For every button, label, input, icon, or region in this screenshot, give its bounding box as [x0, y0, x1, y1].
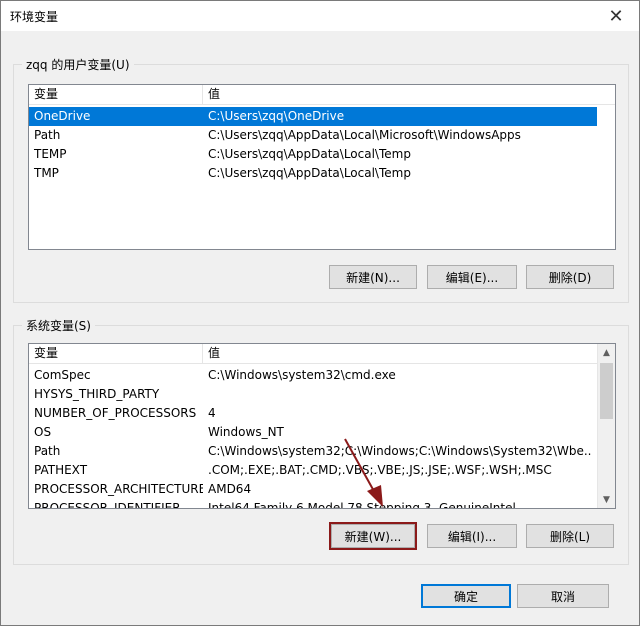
column-header-variable[interactable]: 变量 — [29, 85, 203, 104]
variable-name: OneDrive — [34, 109, 91, 123]
list-item[interactable]: Path C:\Users\zqq\AppData\Local\Microsof… — [29, 126, 597, 145]
variable-value: C:\Windows\system32\cmd.exe — [208, 368, 396, 382]
column-header-value[interactable]: 值 — [203, 344, 598, 363]
annotation-arrow-icon — [344, 438, 383, 507]
variable-name: Path — [34, 444, 61, 458]
variable-name: PATHEXT — [34, 463, 88, 477]
variable-value: Intel64 Family 6 Model 78 Stepping 3, Ge… — [208, 501, 516, 509]
variable-name: Path — [34, 128, 61, 142]
list-item[interactable]: PROCESSOR_IDENTIFIER Intel64 Family 6 Mo… — [29, 499, 597, 509]
column-header-value[interactable]: 值 — [203, 85, 615, 104]
user-edit-button[interactable]: 编辑(E)... — [427, 265, 517, 289]
close-icon: ✕ — [608, 5, 624, 27]
system-list-header: 变量 值 — [29, 344, 598, 364]
list-item[interactable]: NUMBER_OF_PROCESSORS 4 — [29, 404, 597, 423]
variable-value: C:\Users\zqq\AppData\Local\Temp — [208, 147, 411, 161]
list-item[interactable]: Path C:\Windows\system32;C:\Windows;C:\W… — [29, 442, 597, 461]
system-variables-label: 系统变量(S) — [22, 317, 95, 334]
system-variables-list[interactable]: 变量 值 ComSpec C:\Windows\system32\cmd.exe… — [28, 343, 616, 509]
variable-value: C:\Users\zqq\OneDrive — [208, 109, 345, 123]
list-item[interactable]: TEMP C:\Users\zqq\AppData\Local\Temp — [29, 145, 597, 164]
scroll-up-icon[interactable]: ▲ — [598, 344, 615, 361]
user-delete-button[interactable]: 删除(D) — [526, 265, 614, 289]
list-item[interactable]: PROCESSOR_ARCHITECTURE AMD64 — [29, 480, 597, 499]
variable-value — [203, 385, 591, 404]
list-item[interactable]: TMP C:\Users\zqq\AppData\Local\Temp — [29, 164, 597, 183]
cancel-button[interactable]: 取消 — [517, 584, 609, 608]
user-variables-list[interactable]: 变量 值 OneDrive C:\Users\zqq\OneDrive Path… — [28, 84, 616, 250]
variable-name: TEMP — [34, 147, 67, 161]
variable-name: NUMBER_OF_PROCESSORS — [34, 406, 197, 420]
variable-value: C:\Users\zqq\AppData\Local\Temp — [208, 166, 411, 180]
user-variables-label: zqq 的用户变量(U) — [22, 56, 134, 73]
list-item[interactable]: ComSpec C:\Windows\system32\cmd.exe — [29, 366, 597, 385]
variable-name: ComSpec — [34, 368, 91, 382]
user-variables-group: zqq 的用户变量(U) 变量 值 OneDrive C:\Users\zqq\… — [13, 56, 629, 303]
variable-name: PROCESSOR_IDENTIFIER — [34, 501, 181, 509]
system-list-scrollbar[interactable]: ▲ ▼ — [597, 344, 615, 508]
variable-value: AMD64 — [208, 482, 252, 496]
list-item[interactable]: PATHEXT .COM;.EXE;.BAT;.CMD;.VBS;.VBE;.J… — [29, 461, 597, 480]
variable-value: C:\Windows\system32;C:\Windows;C:\Window… — [208, 444, 591, 458]
list-item[interactable]: HYSYS_THIRD_PARTY — [29, 385, 597, 404]
variable-value: .COM;.EXE;.BAT;.CMD;.VBS;.VBE;.JS;.JSE;.… — [208, 463, 552, 477]
variable-value: Windows_NT — [208, 425, 284, 439]
list-item[interactable]: OneDrive C:\Users\zqq\OneDrive — [29, 107, 597, 126]
system-delete-button[interactable]: 删除(L) — [526, 524, 614, 548]
system-variables-group: 系统变量(S) 变量 值 ComSpec C:\Windows\system32… — [13, 317, 629, 565]
system-new-button[interactable]: 新建(W)... — [329, 522, 417, 550]
user-new-button[interactable]: 新建(N)... — [329, 265, 417, 289]
variable-name: PROCESSOR_ARCHITECTURE — [34, 482, 203, 496]
list-item[interactable]: OS Windows_NT — [29, 423, 597, 442]
close-button[interactable]: ✕ — [593, 1, 639, 31]
scrollbar-thumb[interactable] — [600, 363, 613, 419]
variable-name: TMP — [34, 166, 59, 180]
variable-value: 4 — [208, 406, 216, 420]
column-header-variable[interactable]: 变量 — [29, 344, 203, 363]
system-edit-button[interactable]: 编辑(I)... — [427, 524, 517, 548]
scroll-down-icon[interactable]: ▼ — [598, 491, 615, 508]
variable-value: C:\Users\zqq\AppData\Local\Microsoft\Win… — [208, 128, 521, 142]
window-title: 环境变量 — [10, 10, 59, 24]
variable-name: OS — [34, 425, 52, 439]
ok-button[interactable]: 确定 — [421, 584, 511, 608]
environment-variables-dialog: 环境变量 ✕ zqq 的用户变量(U) 变量 值 OneDrive C:\Use… — [0, 0, 640, 626]
variable-name: HYSYS_THIRD_PARTY — [34, 387, 160, 401]
user-list-header: 变量 值 — [29, 85, 615, 105]
title-bar: 环境变量 ✕ — [1, 1, 639, 31]
